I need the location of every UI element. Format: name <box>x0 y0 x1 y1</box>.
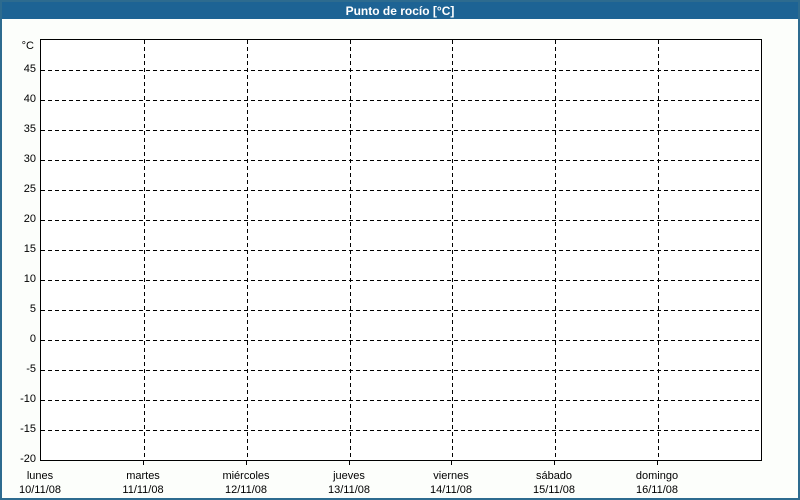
h-gridline <box>41 160 761 161</box>
y-tick-label: -5 <box>26 363 36 375</box>
day-name: sábado <box>535 470 573 482</box>
x-day-label: domingo 16/11/08 <box>607 469 707 497</box>
h-gridline <box>41 190 761 191</box>
y-tick-label: 5 <box>29 303 36 315</box>
y-tick-label: 10 <box>23 273 36 285</box>
day-date: 16/11/08 <box>635 484 678 496</box>
y-tick-label: 35 <box>23 123 36 135</box>
day-date: 11/11/08 <box>122 484 164 496</box>
day-date: 15/11/08 <box>532 484 575 496</box>
y-tick-label: -20 <box>20 453 36 465</box>
y-tick-label: -10 <box>20 393 36 405</box>
x-axis-tick <box>246 461 247 465</box>
y-tick-label: 20 <box>23 213 36 225</box>
v-gridline <box>350 40 351 460</box>
x-axis-tick <box>349 461 350 465</box>
grid-layer <box>41 40 761 460</box>
v-gridline <box>555 40 556 460</box>
x-axis-tick <box>554 461 555 465</box>
day-date: 14/11/08 <box>429 484 472 496</box>
v-gridline <box>247 40 248 460</box>
x-day-label: sábado 15/11/08 <box>504 469 604 497</box>
day-name: viernes <box>433 470 469 482</box>
y-tick-label: 40 <box>23 93 36 105</box>
h-gridline <box>41 370 761 371</box>
h-gridline <box>41 100 761 101</box>
plot-area <box>40 39 762 461</box>
y-tick-label: -15 <box>20 423 36 435</box>
x-day-label: jueves 13/11/08 <box>299 469 399 497</box>
h-gridline <box>41 280 761 281</box>
day-name: jueves <box>333 470 365 482</box>
y-axis-unit-label: °C <box>21 40 34 52</box>
v-gridline <box>144 40 145 460</box>
h-gridline <box>41 130 761 131</box>
x-day-label: miércoles 12/11/08 <box>196 469 296 497</box>
x-day-label: martes 11/11/08 <box>93 469 193 497</box>
day-name: martes <box>126 470 160 482</box>
y-tick-label: 0 <box>29 333 36 345</box>
day-date: 12/11/08 <box>224 484 267 496</box>
h-gridline <box>41 310 761 311</box>
y-tick-label: 15 <box>23 243 36 255</box>
x-axis-tick <box>143 461 144 465</box>
h-gridline <box>41 340 761 341</box>
day-date: 13/11/08 <box>327 484 370 496</box>
h-gridline <box>41 250 761 251</box>
x-day-label: lunes 10/11/08 <box>0 469 90 497</box>
window-title: Punto de rocío [°C] <box>345 3 455 18</box>
v-gridline <box>452 40 453 460</box>
window-titlebar: Punto de rocío [°C] <box>2 2 798 19</box>
h-gridline <box>41 220 761 221</box>
v-gridline <box>658 40 659 460</box>
day-name: miércoles <box>222 470 270 482</box>
h-gridline <box>41 430 761 431</box>
x-axis-tick <box>657 461 658 465</box>
y-tick-label: 25 <box>23 183 36 195</box>
day-name: lunes <box>26 470 54 482</box>
chart-window: Punto de rocío [°C] °C 45 40 35 30 25 20 15 10 5… <box>0 0 800 500</box>
y-tick-label: 45 <box>23 63 36 75</box>
h-gridline <box>41 70 761 71</box>
x-axis-tick <box>451 461 452 465</box>
day-date: 10/11/08 <box>18 484 61 496</box>
y-tick-label: 30 <box>23 153 36 165</box>
x-day-label: viernes 14/11/08 <box>401 469 501 497</box>
h-gridline <box>41 400 761 401</box>
day-name: domingo <box>635 470 679 482</box>
